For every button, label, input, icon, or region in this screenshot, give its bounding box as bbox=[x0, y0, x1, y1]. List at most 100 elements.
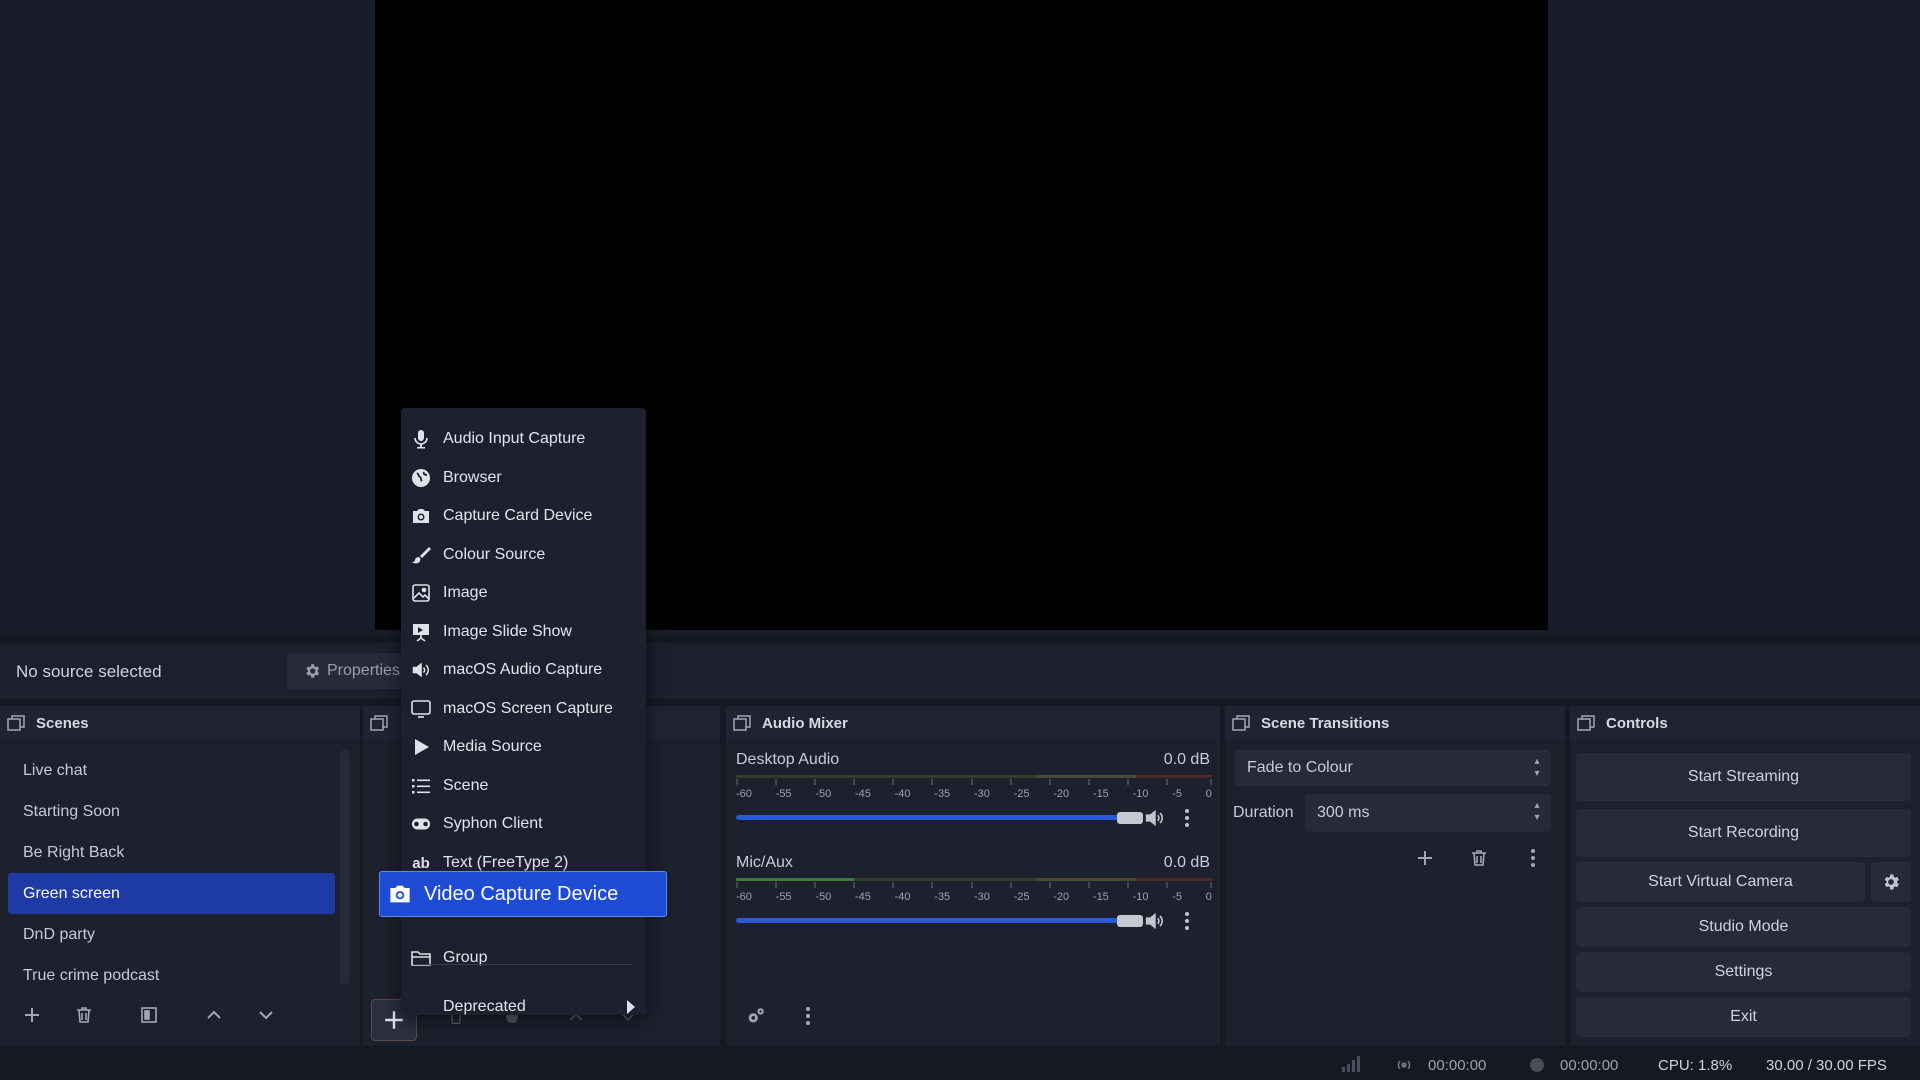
mute-button-desktop-audio[interactable] bbox=[1136, 800, 1172, 836]
spin-arrows-icon: ▴ ▾ bbox=[1534, 800, 1540, 823]
mixer-menu-button[interactable] bbox=[788, 998, 828, 1034]
scenes-title: Scenes bbox=[36, 714, 89, 732]
menu-item-deprecated[interactable]: Deprecated bbox=[401, 988, 646, 1026]
advanced-audio-button[interactable] bbox=[736, 998, 776, 1034]
tick-label: -45 bbox=[854, 788, 871, 800]
menu-item-colour-source[interactable]: Colour Source bbox=[401, 536, 646, 574]
add-source-menu: Audio Input Capture Browser Capture Card… bbox=[401, 408, 646, 1015]
menu-item-group[interactable]: Group bbox=[401, 939, 646, 977]
scene-item-be-right-back[interactable]: Be Right Back bbox=[8, 832, 335, 873]
start-streaming-button[interactable]: Start Streaming bbox=[1576, 753, 1911, 801]
studio-mode-button[interactable]: Studio Mode bbox=[1576, 907, 1911, 947]
tick-label: -5 bbox=[1172, 891, 1182, 903]
menu-item-audio-input-capture[interactable]: Audio Input Capture bbox=[401, 420, 646, 458]
scene-item-live-chat[interactable]: Live chat bbox=[8, 750, 335, 791]
audio-mixer-header: Audio Mixer bbox=[726, 706, 1220, 740]
speaker-icon bbox=[1145, 809, 1163, 827]
scene-scrollbar[interactable] bbox=[340, 750, 350, 985]
trash-icon bbox=[1472, 850, 1486, 866]
tick-label: -30 bbox=[973, 891, 990, 903]
scene-item-dnd-party[interactable]: DnD party bbox=[8, 914, 335, 955]
transition-menu-button[interactable] bbox=[1513, 840, 1553, 876]
dock-window-icon[interactable] bbox=[1576, 713, 1596, 733]
stream-status-icon bbox=[1396, 1058, 1412, 1072]
channel-db-mic-aux: 0.0 dB bbox=[1163, 854, 1210, 871]
controls-dock: Controls Start Streaming Start Recording… bbox=[1570, 706, 1920, 1046]
scene-item-starting-soon[interactable]: Starting Soon bbox=[8, 791, 335, 832]
tick-label: -15 bbox=[1092, 891, 1109, 903]
add-scene-button[interactable] bbox=[12, 997, 52, 1033]
start-recording-button[interactable]: Start Recording bbox=[1576, 809, 1911, 857]
tick-label: 0 bbox=[1205, 891, 1212, 903]
add-transition-button[interactable] bbox=[1405, 840, 1445, 876]
menu-item-browser[interactable]: Browser bbox=[401, 459, 646, 497]
record-timer: 00:00:00 bbox=[1560, 1057, 1619, 1074]
exit-button[interactable]: Exit bbox=[1576, 997, 1911, 1037]
menu-item-image-slide-show[interactable]: Image Slide Show bbox=[401, 613, 646, 651]
mute-button-mic-aux[interactable] bbox=[1136, 903, 1172, 939]
controls-header: Controls bbox=[1570, 706, 1920, 740]
monitor-icon bbox=[411, 699, 431, 719]
menu-item-label: Capture Card Device bbox=[443, 507, 593, 524]
volume-slider-mic-aux[interactable] bbox=[736, 918, 1140, 923]
volume-slider-desktop-audio[interactable] bbox=[736, 815, 1140, 820]
move-scene-down-button[interactable] bbox=[246, 997, 286, 1033]
remove-transition-button[interactable] bbox=[1459, 840, 1499, 876]
transition-select[interactable]: Fade to Colour ▴ ▾ bbox=[1235, 750, 1551, 786]
menu-item-video-capture-device[interactable]: Video Capture Device bbox=[379, 871, 667, 917]
scene-transitions-header: Scene Transitions bbox=[1225, 706, 1565, 740]
speaker-icon bbox=[1145, 912, 1163, 930]
brush-icon bbox=[411, 545, 431, 565]
gears-icon bbox=[748, 1008, 764, 1023]
volume-meter-desktop-audio bbox=[736, 775, 1212, 785]
kebab-menu-icon bbox=[806, 1007, 810, 1025]
tick-label: -60 bbox=[736, 891, 752, 903]
tick-label: -10 bbox=[1132, 891, 1149, 903]
menu-item-label: macOS Audio Capture bbox=[443, 661, 603, 678]
menu-item-label: Image Slide Show bbox=[443, 623, 572, 640]
dock-window-icon[interactable] bbox=[1231, 713, 1251, 733]
scene-transitions-title: Scene Transitions bbox=[1261, 714, 1390, 732]
play-icon bbox=[411, 737, 431, 757]
trash-icon bbox=[77, 1007, 91, 1023]
globe-icon bbox=[411, 468, 431, 488]
select-arrows-icon: ▴ ▾ bbox=[1534, 756, 1540, 779]
fps-readout: 30.00 / 30.00 FPS bbox=[1766, 1057, 1887, 1074]
speaker-icon bbox=[411, 660, 431, 680]
menu-item-label: Syphon Client bbox=[443, 815, 543, 832]
channel-menu-button[interactable] bbox=[1172, 800, 1202, 836]
audio-mixer-title: Audio Mixer bbox=[762, 714, 848, 732]
menu-item-image[interactable]: Image bbox=[401, 574, 646, 612]
menu-item-capture-card-device[interactable]: Capture Card Device bbox=[401, 497, 646, 535]
slideshow-icon bbox=[411, 622, 431, 642]
remove-scene-button[interactable] bbox=[64, 997, 104, 1033]
dock-window-icon[interactable] bbox=[369, 713, 389, 733]
start-virtual-camera-button[interactable]: Start Virtual Camera bbox=[1576, 862, 1865, 902]
menu-item-label: Colour Source bbox=[443, 546, 546, 563]
tick-label: -15 bbox=[1092, 788, 1109, 800]
dock-window-icon[interactable] bbox=[6, 713, 26, 733]
menu-item-macos-audio-capture[interactable]: macOS Audio Capture bbox=[401, 651, 646, 689]
menu-item-scene[interactable]: Scene bbox=[401, 767, 646, 805]
menu-item-macos-screen-capture[interactable]: macOS Screen Capture bbox=[401, 690, 646, 728]
menu-item-media-source[interactable]: Media Source bbox=[401, 728, 646, 766]
menu-item-label: Scene bbox=[443, 777, 489, 794]
channel-menu-button[interactable] bbox=[1172, 903, 1202, 939]
menu-item-syphon-client[interactable]: Syphon Client bbox=[401, 805, 646, 843]
move-scene-up-button[interactable] bbox=[194, 997, 234, 1033]
image-icon bbox=[411, 583, 431, 603]
virtual-camera-settings-button[interactable] bbox=[1871, 862, 1911, 902]
dock-window-icon[interactable] bbox=[732, 713, 752, 733]
scene-item-true-crime-podcast[interactable]: True crime podcast bbox=[8, 955, 335, 996]
settings-button[interactable]: Settings bbox=[1576, 952, 1911, 992]
properties-label: Properties bbox=[327, 662, 400, 679]
status-bar: 00:00:00 00:00:00 CPU: 1.8% 30.00 / 30.0… bbox=[0, 1050, 1920, 1080]
no-source-label: No source selected bbox=[16, 662, 162, 681]
channel-db-desktop-audio: 0.0 dB bbox=[1163, 751, 1210, 768]
controls-title: Controls bbox=[1606, 714, 1668, 732]
scene-list: Live chat Starting Soon Be Right Back Gr… bbox=[8, 750, 335, 996]
scene-item-green-screen[interactable]: Green screen bbox=[8, 873, 335, 914]
scene-filters-button[interactable] bbox=[129, 997, 169, 1033]
duration-spinbox[interactable]: 300 ms ▴ ▾ bbox=[1305, 794, 1551, 832]
